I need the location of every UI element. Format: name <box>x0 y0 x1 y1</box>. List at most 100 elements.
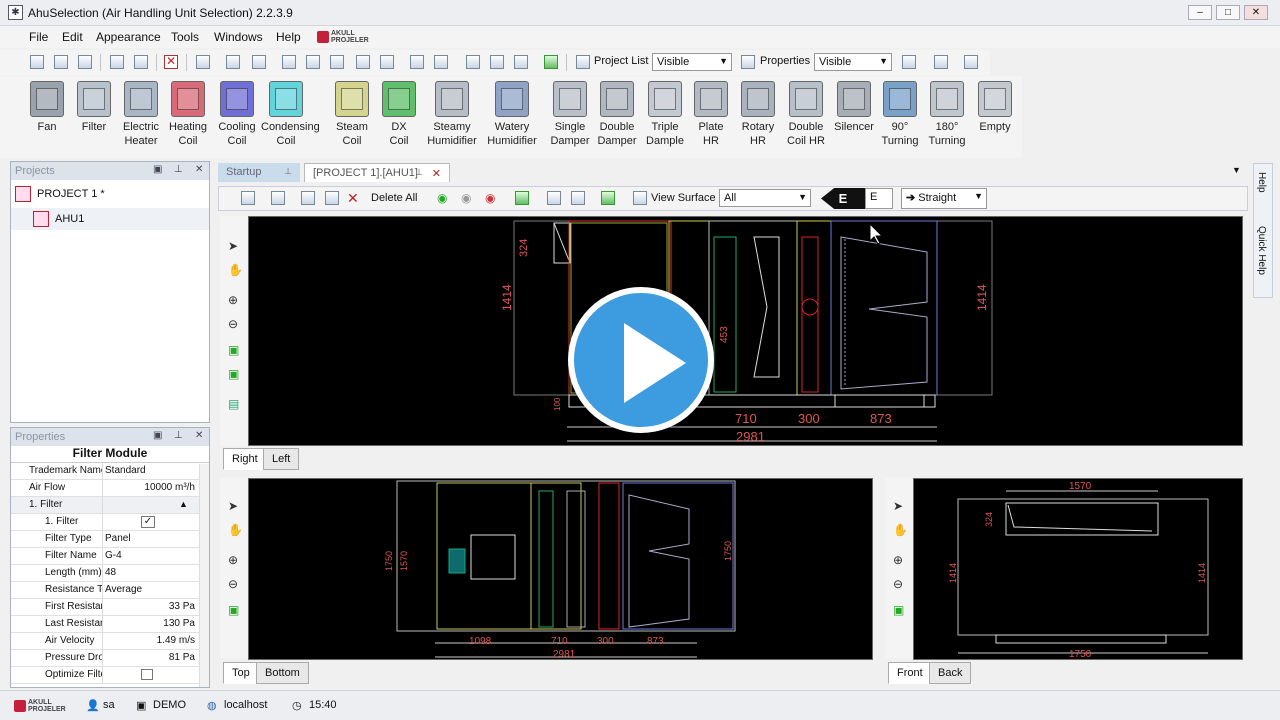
property-row[interactable]: 1. Filter ✓ <box>11 514 209 531</box>
maximize-button[interactable]: □ <box>1216 5 1240 20</box>
module-triple-dample[interactable]: Triple Dample <box>640 81 690 148</box>
tab-top-view[interactable]: Top <box>223 662 259 684</box>
duplicate-icon[interactable] <box>356 55 370 69</box>
zoom-out-icon[interactable]: ⊖ <box>228 578 240 590</box>
save-icon[interactable] <box>110 55 124 69</box>
tree-project[interactable]: PROJECT 1 * <box>15 186 105 202</box>
open-recent-icon[interactable] <box>78 55 92 69</box>
export-icon[interactable] <box>490 55 504 69</box>
pan-hand-icon[interactable]: ✋ <box>228 524 243 536</box>
menu-tools[interactable]: Tools <box>171 30 199 44</box>
flow-type-dropdown[interactable]: ➔ Straight ▼ <box>901 188 987 209</box>
export-image-icon[interactable] <box>571 191 585 205</box>
module-heating-coil[interactable]: Heating Coil <box>163 81 213 148</box>
property-row[interactable]: First Resistance 33 Pa <box>11 599 209 616</box>
pointer-icon[interactable]: ➤ <box>228 240 240 252</box>
zoom-out-icon[interactable]: ⊖ <box>893 578 905 590</box>
property-value[interactable]: ✓ <box>141 516 155 528</box>
property-row[interactable]: Filter Type Panel <box>11 531 209 548</box>
module-plate-hr[interactable]: Plate HR <box>686 81 736 148</box>
zoom-in-icon[interactable]: ⊕ <box>228 294 240 306</box>
new-file-icon[interactable] <box>30 55 44 69</box>
tree-unit-ahu1[interactable]: AHU1 <box>11 208 209 230</box>
pointer-icon[interactable]: ➤ <box>228 500 240 512</box>
top-view-canvas[interactable]: 1750 1570 1750 1098 710 300 873 2981 <box>248 478 873 660</box>
front-view-canvas[interactable]: 1570 324 1414 1414 1750 <box>913 478 1243 660</box>
select-all-icon[interactable] <box>241 191 255 205</box>
module-silencer[interactable]: Silencer <box>829 81 879 134</box>
stop-icon[interactable]: ◉ <box>485 191 495 205</box>
dropdown-icon[interactable]: ▣ <box>153 430 162 441</box>
zoom-in-icon[interactable]: ⊕ <box>893 554 905 566</box>
arrow-right-icon[interactable]: ◉ <box>461 191 471 205</box>
property-row[interactable]: Length (mm) 48 <box>11 565 209 582</box>
property-row[interactable]: Air Velocity 1.49 m/s <box>11 633 209 650</box>
zoom-out-icon[interactable]: ⊖ <box>228 318 240 330</box>
clipboard-icon[interactable] <box>466 55 480 69</box>
tab-bottom-view[interactable]: Bottom <box>256 662 309 684</box>
quick-help-tab[interactable]: Quick Help <box>1256 226 1267 275</box>
menu-windows[interactable]: Windows <box>214 30 263 44</box>
copy-icon[interactable] <box>196 55 210 69</box>
property-row[interactable]: Trademark Name Standard <box>11 463 209 480</box>
add-icon[interactable] <box>306 55 320 69</box>
module-fan[interactable]: Fan <box>22 81 72 134</box>
pin-icon[interactable]: ⊥ <box>174 430 183 441</box>
pointer-icon[interactable]: ➤ <box>893 500 905 512</box>
right-view-canvas[interactable]: 1414 1414 324 100 453 710 300 873 2981 <box>248 216 1243 446</box>
tab-right-view[interactable]: Right <box>223 448 267 470</box>
module-double-damper[interactable]: Double Damper <box>592 81 642 148</box>
copy-module-icon[interactable] <box>301 191 315 205</box>
clipboard-icon[interactable] <box>547 191 561 205</box>
zoom-extents-icon[interactable]: ▣ <box>228 604 240 616</box>
minimize-button[interactable]: – <box>1188 5 1212 20</box>
tab-project[interactable]: [PROJECT 1].[AHU1] ⊥ ✕ <box>304 163 450 182</box>
module-180-turning[interactable]: 180° Turning <box>922 81 972 148</box>
refresh-icon[interactable] <box>515 191 529 205</box>
menu-edit[interactable]: Edit <box>62 30 83 44</box>
close-panel-icon[interactable]: ✕ <box>195 164 203 175</box>
tab-startup[interactable]: Startup ⊥ <box>218 163 300 182</box>
module-steamy-humidifier[interactable]: Steamy Humidifier <box>427 81 477 148</box>
menu-help[interactable]: Help <box>276 30 301 44</box>
align-icon[interactable] <box>410 55 424 69</box>
menu-appearance[interactable]: Appearance <box>96 30 161 44</box>
module-electric-heater[interactable]: Electric Heater <box>116 81 166 148</box>
arrow-left-icon[interactable]: ◉ <box>437 191 447 205</box>
property-row[interactable]: Pressure Drop 81 Pa <box>11 650 209 667</box>
property-value[interactable] <box>141 669 153 680</box>
tab-back-view[interactable]: Back <box>929 662 972 684</box>
property-row[interactable]: 1. Filter ▲ <box>11 497 209 514</box>
arrange-icon[interactable] <box>434 55 448 69</box>
module-single-damper[interactable]: Single Damper <box>545 81 595 148</box>
check-icon[interactable] <box>544 55 558 69</box>
chart-icon[interactable] <box>934 55 948 69</box>
delete-x-icon[interactable]: ✕ <box>347 190 359 207</box>
module-watery-humidifier[interactable]: Watery Humidifier <box>487 81 537 148</box>
module-dx-coil[interactable]: DX Coil <box>374 81 424 148</box>
module-steam-coil[interactable]: Steam Coil <box>327 81 377 148</box>
zoom-extents-icon[interactable]: ▣ <box>893 604 905 616</box>
pin-icon[interactable]: ⊥ <box>415 167 423 178</box>
measure-icon[interactable]: ▤ <box>228 398 240 410</box>
settings-icon[interactable] <box>964 55 978 69</box>
tabs-menu-icon[interactable]: ▼ <box>1232 165 1241 175</box>
zoom-extents-icon[interactable]: ▣ <box>228 344 240 356</box>
delete-icon[interactable]: ✕ <box>164 55 178 69</box>
menu-file[interactable]: File <box>29 30 48 44</box>
save-all-icon[interactable] <box>134 55 148 69</box>
video-play-button[interactable] <box>568 287 714 433</box>
close-tab-icon[interactable]: ✕ <box>432 167 441 180</box>
property-row[interactable]: Last Resistance 130 Pa <box>11 616 209 633</box>
remove-icon[interactable] <box>330 55 344 69</box>
print-icon[interactable] <box>226 55 240 69</box>
dropdown-icon[interactable]: ▣ <box>153 164 162 175</box>
collapse-icon[interactable]: ▲ <box>179 499 188 509</box>
pin-icon[interactable]: ⊥ <box>284 166 292 177</box>
module-filter[interactable]: Filter <box>69 81 119 134</box>
property-row[interactable]: Resistance TypeAverage <box>11 582 209 599</box>
close-panel-icon[interactable]: ✕ <box>195 430 203 441</box>
direction-field[interactable]: E <box>865 188 893 209</box>
open-folder-icon[interactable] <box>54 55 68 69</box>
view-surface-dropdown[interactable]: All ▼ <box>719 189 811 207</box>
